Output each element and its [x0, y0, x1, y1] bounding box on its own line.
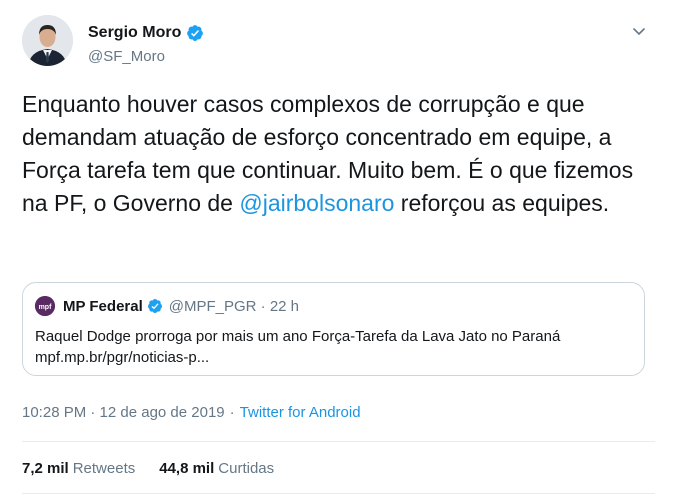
- quoted-text-line: Raquel Dodge prorroga por mais um ano Fo…: [35, 328, 561, 345]
- author-name[interactable]: Sergio Moro: [88, 24, 181, 42]
- avatar-image: [22, 15, 73, 66]
- quoted-tweet-text: Raquel Dodge prorroga por mais um ano Fo…: [35, 326, 560, 368]
- retweets-count: 7,2 mil: [22, 460, 69, 477]
- chevron-down-icon[interactable]: [631, 23, 647, 39]
- quoted-tweet[interactable]: mpf MP Federal @MPF_PGR · 22 h Raquel Do…: [22, 282, 645, 376]
- divider: [22, 441, 655, 442]
- svg-text:mpf: mpf: [39, 304, 53, 311]
- likes-stat[interactable]: 44,8 mil Curtidas: [159, 460, 274, 477]
- avatar[interactable]: [22, 15, 73, 66]
- author-handle[interactable]: @SF_Moro: [88, 48, 204, 65]
- author-name-row: Sergio Moro: [88, 22, 204, 44]
- tweet: Sergio Moro @SF_Moro Enquanto houver cas…: [0, 0, 677, 501]
- meta-separator: ·: [229, 404, 235, 421]
- quoted-author-handle: @MPF_PGR · 22 h: [168, 297, 300, 315]
- author-block: Sergio Moro @SF_Moro: [88, 22, 204, 65]
- quoted-author-name: MP Federal: [63, 297, 143, 315]
- tweet-source-link[interactable]: Twitter for Android: [240, 404, 361, 421]
- mpf-logo-icon: mpf: [35, 296, 55, 316]
- quoted-tweet-header: mpf MP Federal @MPF_PGR · 22 h: [35, 296, 299, 316]
- tweet-stats: 7,2 mil Retweets 44,8 mil Curtidas: [22, 460, 298, 477]
- likes-count: 44,8 mil: [159, 460, 215, 477]
- verified-badge-icon: [187, 25, 204, 41]
- retweets-label: Retweets: [72, 460, 136, 477]
- verified-badge-icon: [147, 299, 162, 313]
- tweet-timestamp[interactable]: 10:28 PM · 12 de ago de 2019: [22, 404, 225, 421]
- tweet-text: Enquanto houver casos complexos de corru…: [22, 88, 662, 220]
- retweets-stat[interactable]: 7,2 mil Retweets: [22, 460, 135, 477]
- mention-link[interactable]: @jairbolsonaro: [239, 190, 394, 216]
- quoted-link-text: mpf.mp.br/pgr/noticias-p...: [35, 349, 210, 366]
- tweet-meta: 10:28 PM · 12 de ago de 2019 · Twitter f…: [22, 404, 361, 421]
- divider: [22, 493, 655, 494]
- tweet-text-part2: reforçou as equipes.: [394, 190, 610, 216]
- likes-label: Curtidas: [218, 460, 275, 477]
